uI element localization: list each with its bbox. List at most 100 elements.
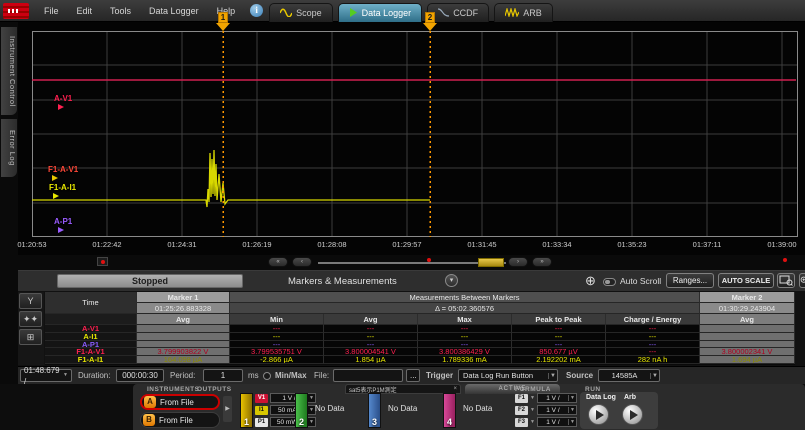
trace-label-f1-a-i1[interactable]: F1-A-I1 (49, 183, 76, 199)
f1-badge[interactable]: F1 (515, 394, 528, 403)
v1-scale-select[interactable]: 1 V /▼ (270, 393, 316, 403)
col-header-m1-avg: Avg (137, 314, 230, 325)
scroll-last-button[interactable]: » (532, 257, 552, 267)
tab-scope[interactable]: Scope (269, 3, 333, 22)
zoom-region-icon (779, 275, 793, 286)
sidebar-tab-error-log[interactable]: Error Log (1, 119, 17, 177)
marker-2-flag[interactable]: 2 (423, 12, 437, 31)
cell-m1 (137, 341, 230, 349)
x-axis: 01:20:53 01:22:42 01:24:31 01:26:19 01:2… (32, 240, 798, 250)
f3-scale-select[interactable]: 1 V /▼ (537, 417, 577, 427)
cell-ptp: --- (512, 325, 606, 333)
menu-data-logger[interactable]: Data Logger (140, 6, 208, 16)
f2-scale-select[interactable]: 1 V /▼ (537, 405, 577, 415)
close-icon[interactable]: × (453, 386, 457, 392)
trace-label-a-p1[interactable]: A-P1 (54, 217, 72, 233)
scroll-first-button[interactable]: « (268, 257, 288, 267)
cell-max: 1.789336 mA (418, 356, 512, 364)
cell-min: 3.799535751 V (230, 348, 324, 356)
f1-scale-select[interactable]: 1 V /▼ (537, 393, 577, 403)
instrument-a-button[interactable]: A From File (140, 394, 220, 410)
grid-view-icon[interactable]: ⊞ (19, 329, 42, 345)
zoom-region-button[interactable] (777, 273, 795, 288)
minmax-checkbox[interactable] (263, 372, 271, 380)
ranges-button[interactable]: Ranges... (666, 273, 714, 288)
source-select[interactable]: 14585A▼ (598, 369, 660, 382)
browse-button[interactable]: ... (406, 369, 420, 382)
chevron-down-icon[interactable]: ▼ (530, 407, 535, 413)
tab-data-logger[interactable]: Data Logger (338, 3, 423, 22)
source-value: 14585A (599, 371, 650, 380)
markers-delta: Δ = 05:02.360576 (230, 303, 700, 314)
auto-scroll-toggle[interactable] (603, 278, 616, 286)
i1-scale-select[interactable]: 50 mA /▼ (270, 405, 316, 415)
row-label: A-I1 (45, 333, 137, 341)
elapsed-time-dropdown[interactable]: 01:48.679 /▼ (20, 369, 72, 382)
cell-m2 (700, 341, 795, 349)
row-label: A-V1 (45, 325, 137, 333)
cell-charge: --- (606, 325, 700, 333)
cell-min: --- (230, 325, 324, 333)
chevron-down-icon[interactable]: ▼ (530, 419, 535, 425)
marker2-header[interactable]: Marker 2 (700, 292, 795, 303)
x-tick: 01:35:23 (604, 240, 660, 249)
output-3-no-data: No Data (388, 404, 417, 413)
bottom-panel: INSTRUMENTS A From File B From File ▶ OU… (0, 384, 805, 430)
info-icon[interactable]: i (250, 4, 263, 17)
play-icon (630, 410, 638, 420)
trigger-label: Trigger (426, 371, 453, 380)
auto-scale-button[interactable]: AUTO SCALE (718, 273, 774, 288)
duration-value[interactable]: 000:00:30 (116, 369, 164, 382)
x-tick: 01:29:57 (379, 240, 435, 249)
probe-setup-icon[interactable]: Y (19, 293, 42, 309)
cell-m1 (137, 325, 230, 333)
marker1-header[interactable]: Marker 1 (137, 292, 230, 303)
row-label: F1-A-V1 (45, 348, 137, 356)
menu-file[interactable]: File (35, 6, 68, 16)
x-tick: 01:39:00 (754, 240, 805, 249)
trigger-select[interactable]: Data Log Run Button▼ (458, 369, 558, 382)
arb-play-button[interactable] (622, 404, 643, 425)
cell-charge: --- (606, 333, 700, 341)
v1-badge[interactable]: V1 (255, 394, 268, 403)
output-3-bar[interactable]: 3 (368, 393, 381, 428)
sidebar-tab-instrument-control[interactable]: Instrument Control (1, 27, 17, 115)
tab-arb[interactable]: ARB (494, 3, 553, 22)
waveform-plot[interactable] (32, 31, 798, 237)
menu-tools[interactable]: Tools (101, 6, 140, 16)
f2-badge[interactable]: F2 (515, 406, 528, 415)
col-header-charge: Charge / Energy (606, 314, 700, 325)
instrument-b-icon: B (143, 414, 155, 426)
trace-label-a-v1[interactable]: A-V1 (54, 94, 72, 110)
stopped-button[interactable]: Stopped (57, 274, 243, 288)
scroll-prev-button[interactable]: ‹ (292, 257, 312, 267)
datalog-run-label: Data Log (586, 394, 616, 401)
row-label: F1-A-I1 (45, 356, 137, 364)
expander-arrow-icon[interactable]: ▶ (223, 396, 232, 422)
chevron-down-icon[interactable]: ▼ (530, 395, 535, 401)
f3-badge[interactable]: F3 (515, 418, 528, 427)
datalog-play-button[interactable] (588, 404, 609, 425)
p1-scale-select[interactable]: 50 mW /▼ (270, 417, 316, 427)
tab-ccdf-label: CCDF (453, 8, 478, 18)
output-2-bar[interactable]: 2 (295, 393, 308, 428)
scroll-next-button[interactable]: › (508, 257, 528, 267)
trace-label-f1-a-v1[interactable]: F1-A-V1 (48, 165, 78, 181)
file-input[interactable] (333, 369, 403, 382)
crosshair-icon[interactable]: ⊕ (585, 274, 596, 288)
output-4-bar[interactable]: 4 (443, 393, 456, 428)
chevron-down-icon[interactable]: ▾ (445, 274, 458, 287)
minmax-label: Min/Max (275, 371, 307, 380)
cell-max: --- (418, 341, 512, 349)
instrument-b-button[interactable]: B From File (140, 412, 220, 428)
i1-badge[interactable]: I1 (255, 406, 268, 415)
markers-icon[interactable]: ✦✦ (19, 311, 42, 327)
markers-measurements-label[interactable]: Markers & Measurements (288, 276, 397, 287)
marker-1-flag[interactable]: 1 (216, 12, 230, 31)
p1-badge[interactable]: P1 (255, 418, 268, 427)
period-input[interactable]: 1 (203, 369, 243, 382)
output-1-bar[interactable]: 1 (240, 393, 253, 428)
zoom-in-button[interactable] (799, 273, 805, 288)
menu-edit[interactable]: Edit (68, 6, 102, 16)
scroll-thumb[interactable] (478, 258, 504, 267)
